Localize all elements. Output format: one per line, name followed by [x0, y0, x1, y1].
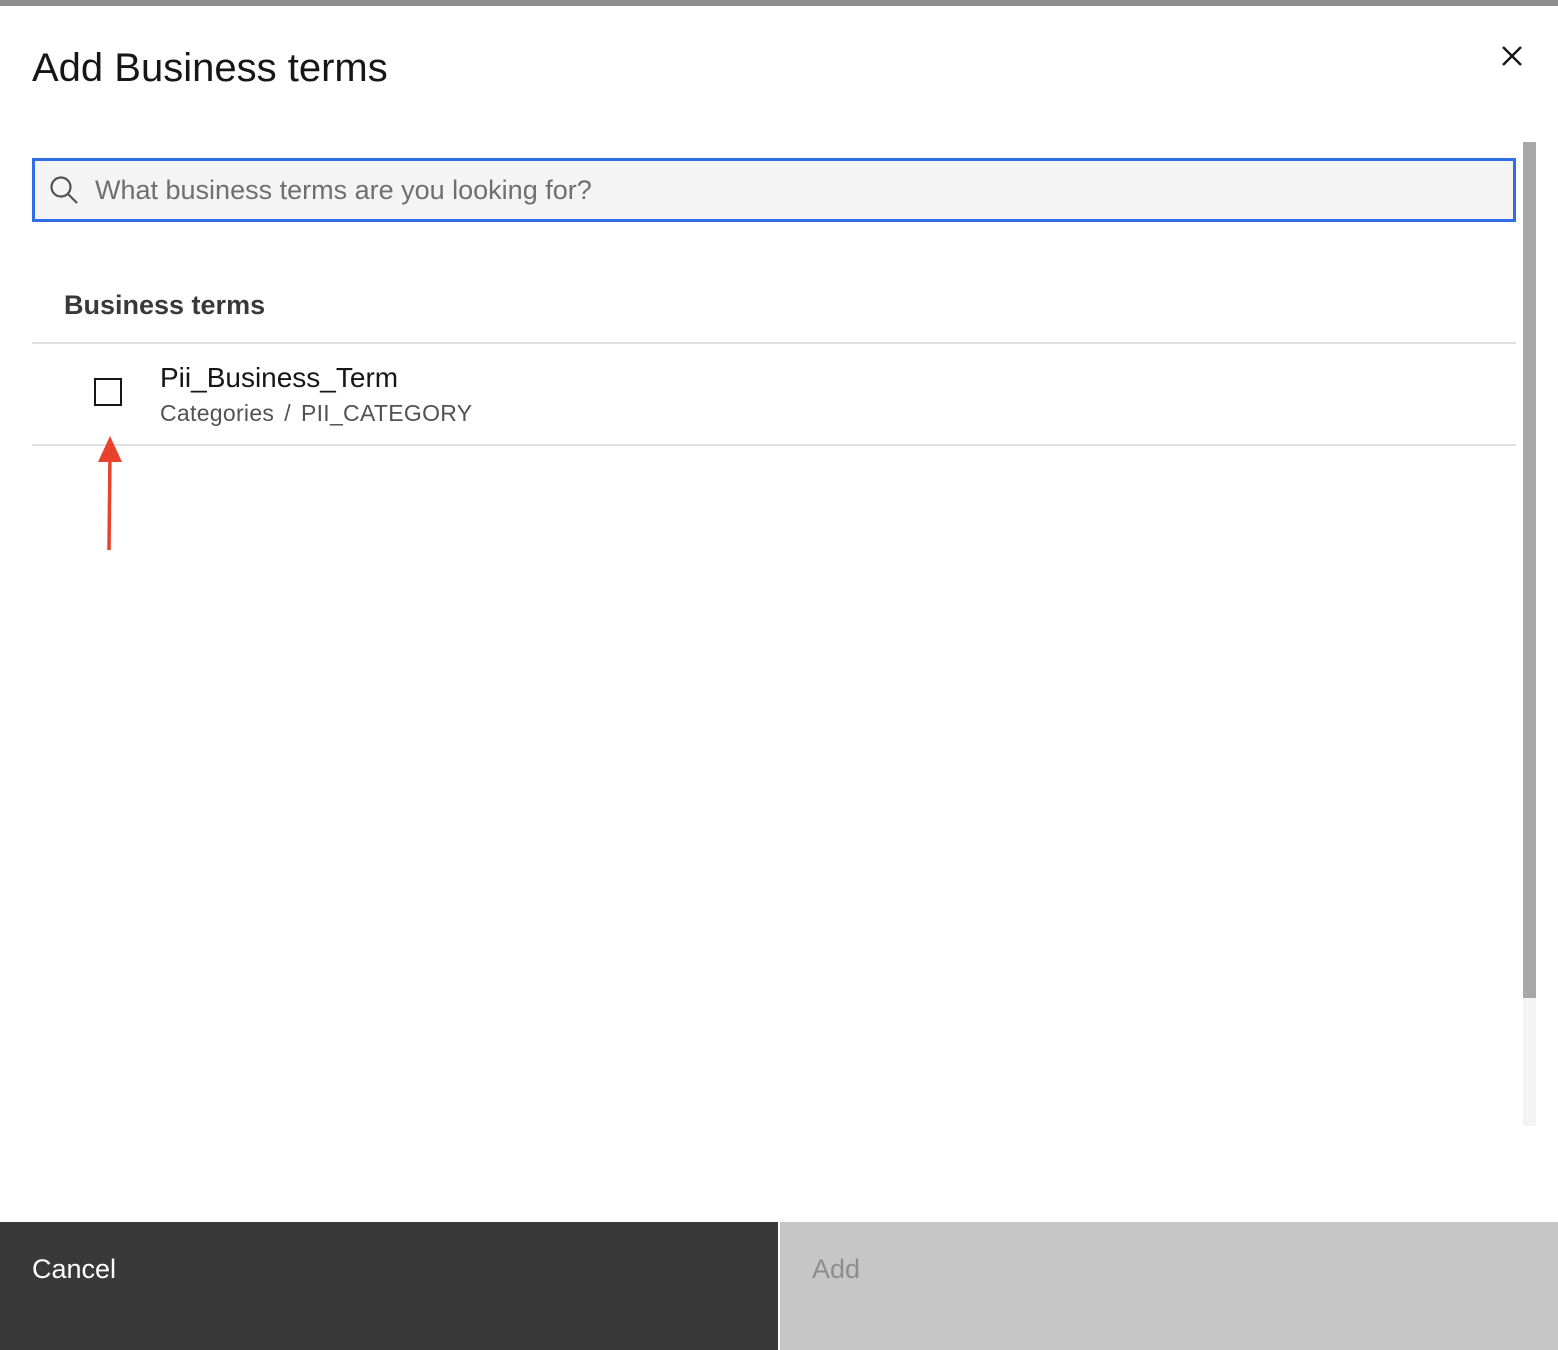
modal-body-scroll-area: Business terms Pii_Business_Term Categor… [0, 142, 1558, 1132]
add-button-label: Add [812, 1254, 861, 1284]
add-business-terms-modal: Add Business terms Business terms Pii_Bu… [0, 6, 1558, 1350]
search-input[interactable] [95, 161, 1485, 219]
scrollbar-thumb[interactable] [1523, 142, 1536, 998]
annotation-arrow-icon [98, 436, 122, 551]
modal-title: Add Business terms [32, 46, 388, 90]
list-item[interactable]: Pii_Business_Term Categories / PII_CATEGOR… [32, 344, 1516, 444]
cancel-button[interactable]: Cancel [0, 1222, 778, 1350]
close-icon [1502, 46, 1522, 66]
term-name: Pii_Business_Term [160, 362, 399, 393]
term-path-separator: / [284, 400, 291, 426]
cancel-button-label: Cancel [32, 1254, 117, 1284]
divider [32, 444, 1516, 446]
search-box[interactable] [32, 158, 1516, 222]
section-heading: Business terms [64, 290, 266, 320]
modal-footer: Cancel Add [0, 1222, 1558, 1350]
term-path-category: Categories [160, 400, 275, 426]
search-icon [50, 176, 78, 204]
term-checkbox[interactable] [94, 378, 122, 406]
term-path-subcategory: PII_CATEGORY [300, 400, 473, 426]
add-button[interactable]: Add [780, 1222, 1558, 1350]
close-button[interactable] [1492, 36, 1532, 76]
term-path: Categories / PII_CATEGORY [160, 400, 472, 427]
